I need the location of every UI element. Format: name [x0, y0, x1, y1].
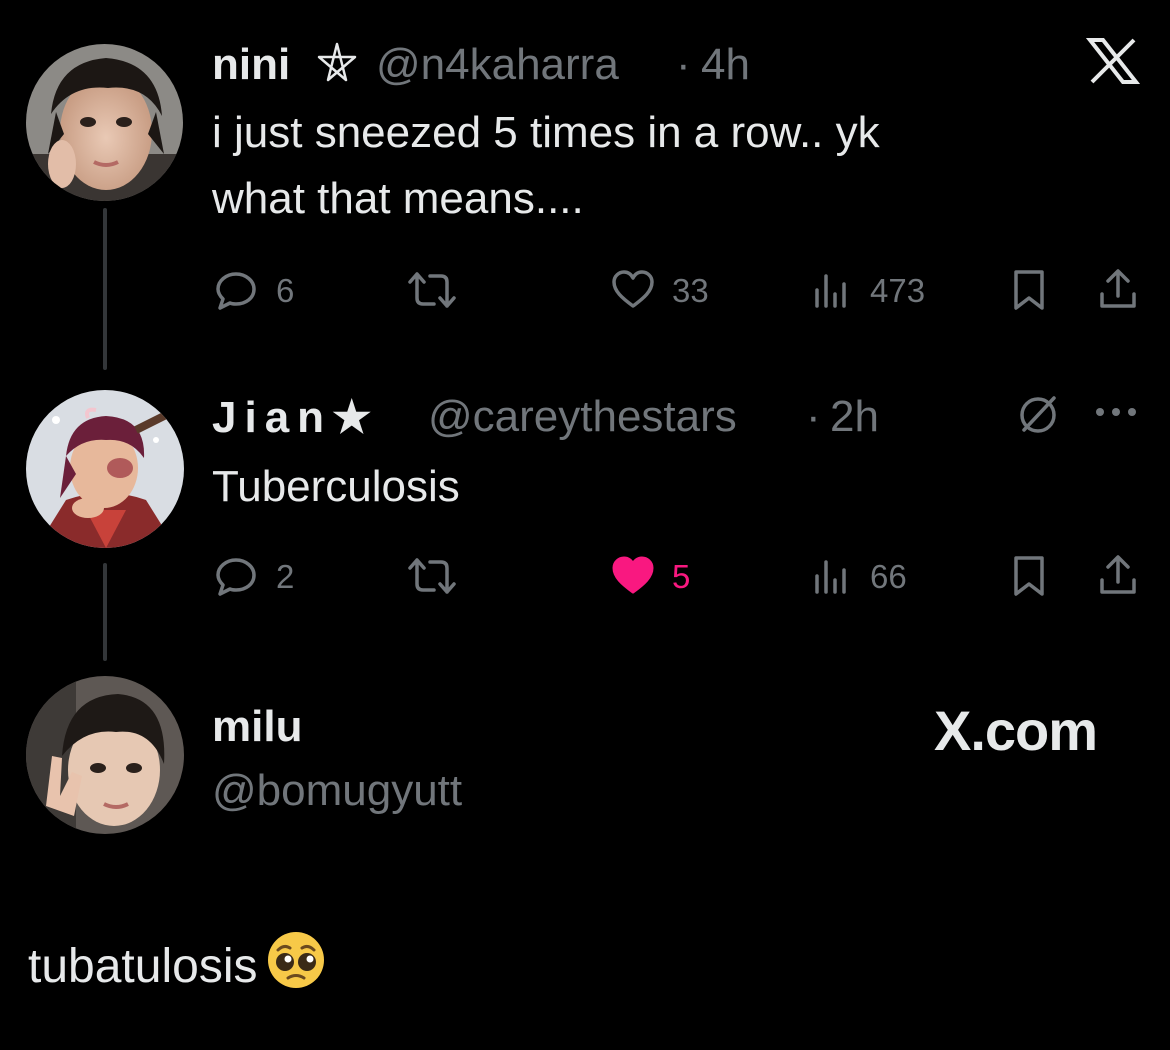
tweet-text: Tuberculosis: [212, 462, 460, 511]
heart-icon[interactable]: [610, 268, 656, 310]
pentagram-icon: [313, 40, 361, 93]
quote-author-handle[interactable]: @bomugyutt: [212, 766, 462, 816]
timestamp[interactable]: 4h: [701, 40, 750, 90]
avatar[interactable]: [26, 44, 183, 201]
view-count: 66: [870, 558, 907, 595]
quote-text-row: tubatulosis: [28, 928, 328, 1000]
timestamp[interactable]: 2h: [830, 392, 879, 442]
bookmark-icon[interactable]: [1010, 554, 1048, 598]
retweet-icon[interactable]: [404, 554, 460, 598]
share-icon[interactable]: [1096, 266, 1140, 312]
like-count: 5: [672, 558, 691, 595]
x-com-watermark: X.com: [934, 699, 1098, 762]
author-handle[interactable]: @n4kaharra: [376, 40, 619, 90]
tweet-text-line: what that means....: [212, 174, 584, 223]
author-name[interactable]: Jian★: [212, 392, 380, 443]
tweet-text-line: i just sneezed 5 times in a row.. yk: [212, 108, 880, 157]
bookmark-icon[interactable]: [1010, 268, 1048, 312]
retweet-icon[interactable]: [404, 268, 460, 312]
more-icon[interactable]: [1094, 404, 1138, 420]
tweet-text: i just sneezed 5 times in a row.. yk wha…: [212, 100, 1112, 232]
reply-count: 2: [276, 558, 295, 595]
author-handle[interactable]: @careythestars: [428, 392, 737, 442]
pleading-face-emoji: [264, 928, 328, 997]
avatar[interactable]: [26, 676, 184, 834]
view-count: 473: [870, 272, 926, 309]
like-count: 33: [672, 272, 709, 309]
separator-dot: ·: [806, 392, 821, 441]
views-icon[interactable]: [812, 556, 852, 596]
author-name[interactable]: nini: [212, 40, 290, 90]
avatar[interactable]: [26, 390, 184, 548]
thread-line: [103, 208, 107, 370]
x-logo-icon[interactable]: [1085, 36, 1141, 91]
reply-icon[interactable]: [214, 554, 258, 598]
share-icon[interactable]: [1096, 552, 1140, 598]
quote-author-name[interactable]: milu: [212, 702, 302, 752]
quote-text: tubatulosis: [28, 940, 258, 993]
separator-dot: ·: [676, 40, 691, 89]
reply-icon[interactable]: [214, 268, 258, 312]
thread-line: [103, 563, 107, 661]
no-entry-icon[interactable]: [1016, 392, 1060, 436]
reply-count: 6: [276, 272, 295, 309]
heart-icon[interactable]: [610, 554, 656, 596]
views-icon[interactable]: [812, 270, 852, 310]
